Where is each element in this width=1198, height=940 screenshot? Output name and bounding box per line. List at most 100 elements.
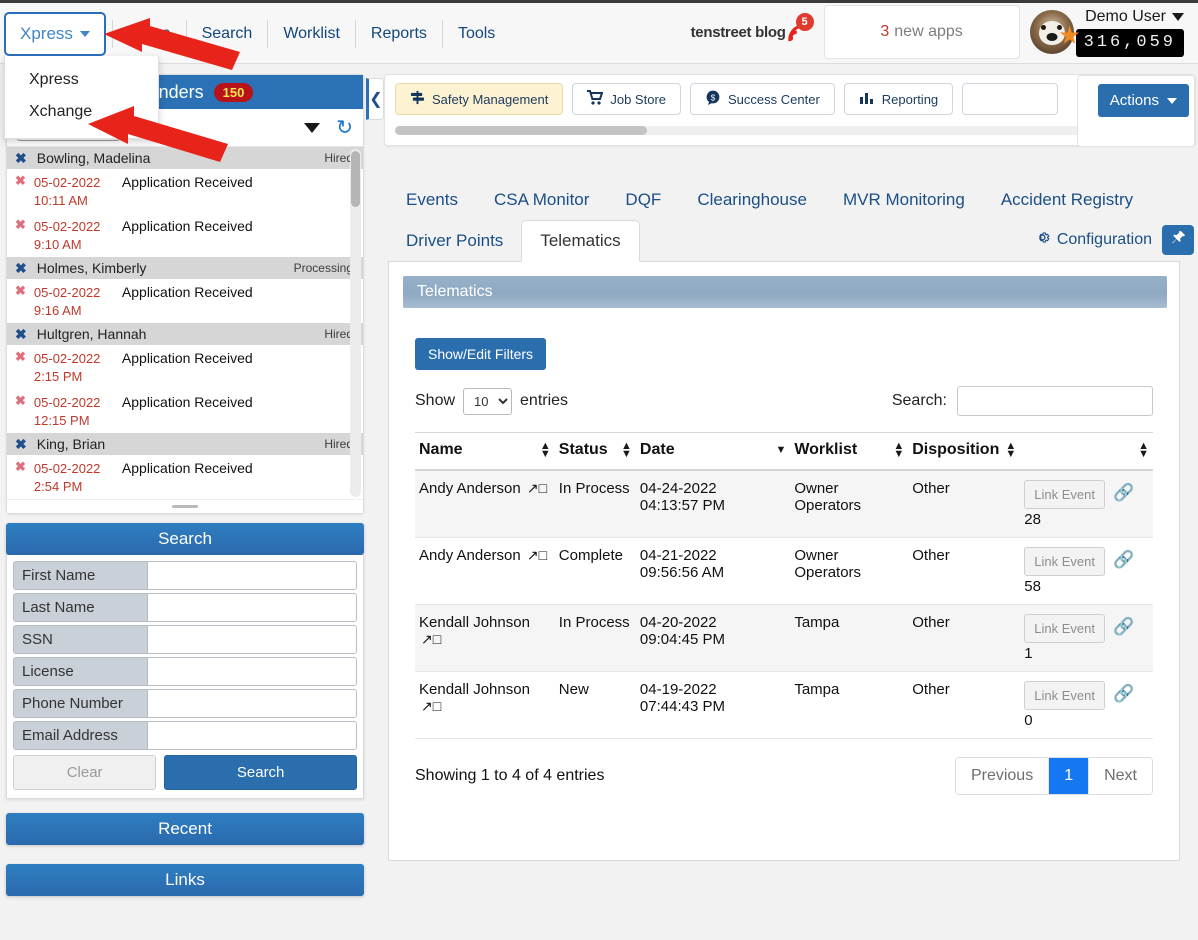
scrollbar-thumb[interactable] [395, 126, 647, 135]
module-tab-reporting[interactable]: Reporting [843, 83, 954, 115]
tab-dqf[interactable]: DQF [607, 180, 679, 220]
module-tabs-scrollbar[interactable] [395, 126, 1185, 135]
tab-telematics[interactable]: Telematics [521, 220, 640, 262]
actions-button[interactable]: Actions [1097, 84, 1189, 117]
reminder-item[interactable]: ✖ 05-02-2022 12:15 PM Application Receiv… [7, 389, 363, 433]
close-icon[interactable]: ✖ [15, 217, 26, 232]
recent-panel-header[interactable]: Recent [6, 813, 364, 845]
close-icon[interactable]: ✖ [15, 326, 27, 343]
cell-worklist: Tampa [790, 671, 909, 739]
reminder-item[interactable]: ✖ 05-02-2022 2:15 PM Application Receive… [7, 345, 363, 389]
column-header-status[interactable]: Status ▲ ▼ [554, 432, 636, 471]
close-icon[interactable]: ✖ [15, 460, 26, 475]
reminder-group-header[interactable]: ✖ Hultgren, Hannah Hired [7, 323, 363, 346]
pagination-page-1[interactable]: 1 [1049, 758, 1090, 794]
nav-item-reports[interactable]: Reports [354, 19, 442, 48]
tab-clearinghouse[interactable]: Clearinghouse [679, 180, 825, 220]
reminder-item[interactable]: ✖ 05-02-2022 2:54 PM Application Receive… [7, 455, 363, 499]
reminder-group-header[interactable]: ✖ Holmes, Kimberly Processing [7, 257, 363, 280]
reminder-item[interactable]: ✖ 05-02-2022 10:11 AM Application Receiv… [7, 169, 363, 213]
dropdown-item-xpress[interactable]: Xpress [5, 64, 158, 96]
pagination-next[interactable]: Next [1089, 758, 1152, 794]
tab-accident-registry[interactable]: Accident Registry [983, 180, 1151, 220]
external-link-icon[interactable]: ↗□ [421, 631, 441, 647]
column-header-disposition[interactable]: Disposition ▲ ▼ [908, 432, 1021, 471]
module-tab-success-center[interactable]: $ Success Center [690, 83, 835, 115]
link-event-button[interactable]: Link Event [1024, 480, 1105, 509]
column-header-date[interactable]: Date ▼ [635, 432, 791, 471]
pagination-previous[interactable]: Previous [955, 758, 1050, 794]
close-icon[interactable]: ✖ [15, 436, 27, 453]
user-menu[interactable]: Demo User 316,059 [1059, 8, 1184, 57]
module-tab-partial[interactable] [962, 83, 1059, 115]
tab-events[interactable]: Events [388, 180, 476, 220]
reminder-item[interactable]: ✖ 05-02-2022 9:10 AM Application Receive… [7, 213, 363, 257]
reminder-group-header[interactable]: ✖ King, Brian Hired [7, 433, 363, 456]
chain-link-icon[interactable]: 🔗 [1113, 614, 1134, 640]
reminders-scrollbar[interactable] [350, 149, 361, 497]
module-tab-safety-management[interactable]: Safety Management [395, 83, 564, 115]
search-button[interactable]: Search [164, 755, 357, 790]
avatar[interactable] [1029, 10, 1074, 54]
table-row[interactable]: Kendall Johnson ↗□ New 04-19-2022 07:44:… [415, 671, 1153, 739]
table-search-input[interactable] [957, 386, 1153, 416]
tab-csa-monitor[interactable]: CSA Monitor [476, 180, 607, 220]
nav-item-worklist[interactable]: Worklist [267, 19, 355, 48]
link-event-button[interactable]: Link Event [1024, 614, 1105, 643]
clear-button[interactable]: Clear [13, 755, 157, 790]
tab-driver-points[interactable]: Driver Points [388, 221, 521, 261]
close-icon[interactable]: ✖ [15, 283, 26, 298]
chain-link-icon[interactable]: 🔗 [1113, 480, 1134, 506]
user-name-row[interactable]: Demo User [1085, 8, 1184, 26]
module-tab-job-store[interactable]: Job Store [572, 83, 682, 115]
sidebar-collapse-toggle[interactable]: ❮ [366, 78, 384, 120]
nav-item-tools[interactable]: Tools [441, 19, 510, 48]
refresh-icon[interactable]: ↻ [336, 115, 353, 140]
phone-number-input[interactable] [147, 689, 357, 718]
column-header-worklist[interactable]: Worklist ▲ ▼ [790, 432, 909, 471]
reminder-group-header[interactable]: ✖ Bowling, Madelina Hired [7, 147, 363, 169]
reminder-label: Application Received [121, 460, 253, 477]
links-panel-header[interactable]: Links [6, 864, 364, 896]
dropdown-item-xchange[interactable]: Xchange [5, 96, 158, 128]
search-panel-header[interactable]: Search [6, 523, 364, 555]
scrollbar-thumb[interactable] [351, 151, 360, 207]
configuration-button[interactable]: Configuration [1034, 229, 1152, 251]
column-header-name[interactable]: Name ▲ ▼ [415, 432, 555, 471]
ssn-input[interactable] [147, 625, 357, 654]
new-apps-button[interactable]: 3 new apps [823, 5, 1020, 59]
page-length-select[interactable]: 10 [463, 387, 513, 415]
close-icon[interactable]: ✖ [15, 150, 27, 167]
reminder-item[interactable]: ✖ 05-02-2022 9:16 AM Application Receive… [7, 279, 363, 323]
pin-button[interactable] [1162, 225, 1194, 255]
reminders-resize-handle[interactable] [7, 499, 363, 513]
nav-item-home[interactable]: Home [111, 19, 186, 48]
close-icon[interactable]: ✖ [15, 173, 26, 188]
reminders-list[interactable]: ✖ Bowling, Madelina Hired ✖ 05-02-2022 1… [7, 147, 363, 499]
close-icon[interactable]: ✖ [15, 260, 27, 277]
chain-link-icon[interactable]: 🔗 [1113, 681, 1134, 707]
table-row[interactable]: Andy Anderson ↗□ Complete 04-21-2022 09:… [415, 537, 1153, 605]
first-name-input[interactable] [147, 561, 357, 590]
close-icon[interactable]: ✖ [15, 349, 26, 364]
table-row[interactable]: Andy Anderson ↗□ In Process 04-24-2022 0… [415, 470, 1153, 538]
tenstreet-blog-link[interactable]: tenstreet blog 5 [691, 13, 814, 42]
nav-item-search[interactable]: Search [185, 19, 268, 48]
external-link-icon[interactable]: ↗□ [421, 698, 441, 714]
column-header-actions[interactable]: ▲ ▼ [1020, 432, 1153, 471]
link-event-button[interactable]: Link Event [1024, 547, 1105, 576]
license-input[interactable] [147, 657, 357, 686]
external-link-icon[interactable]: ↗□ [527, 480, 547, 496]
filter-triangle-icon[interactable] [304, 122, 321, 133]
external-link-icon[interactable]: ↗□ [527, 547, 547, 563]
link-event-button[interactable]: Link Event [1024, 681, 1105, 710]
tab-mvr-monitoring[interactable]: MVR Monitoring [825, 180, 983, 220]
close-icon[interactable]: ✖ [15, 394, 26, 409]
show-edit-filters-button[interactable]: Show/Edit Filters [415, 338, 547, 370]
email-address-input[interactable] [147, 721, 357, 750]
last-name-input[interactable] [147, 593, 357, 622]
chain-link-icon[interactable]: 🔗 [1113, 547, 1134, 573]
table-row[interactable]: Kendall Johnson ↗□ In Process 04-20-2022… [415, 604, 1153, 672]
cell-disposition: Other [908, 604, 1021, 672]
xpress-dropdown-button[interactable]: Xpress [4, 11, 106, 56]
